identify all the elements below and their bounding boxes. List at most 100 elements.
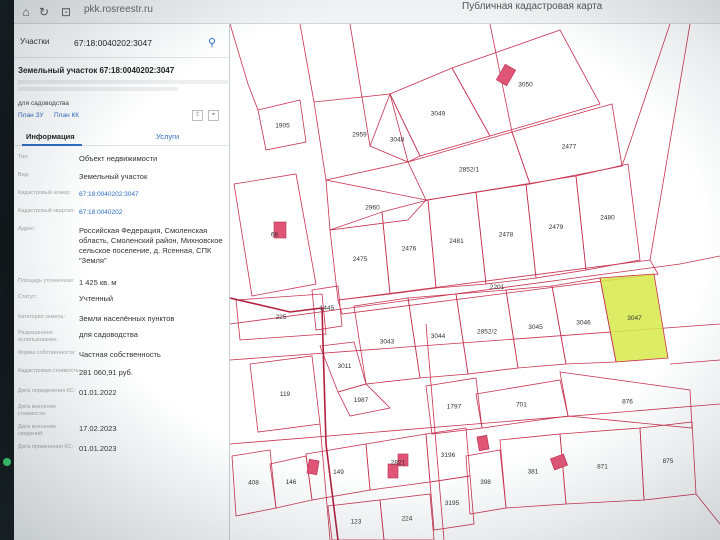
parcel-label: 876 [622, 399, 633, 406]
detail-key: Категория земель: [18, 314, 66, 320]
parcel-label: 701 [516, 402, 527, 409]
power-led-icon [3, 458, 11, 466]
parcel-label: 2201 [490, 284, 505, 291]
blurred-address-line [18, 80, 228, 84]
parcel-label: 2478 [499, 232, 514, 239]
share-icon[interactable]: ⇪ [192, 110, 203, 121]
parcel-label: 3045 [528, 324, 543, 331]
detail-key: Разрешенное использование: [18, 330, 58, 343]
detail-value: 01.01.2023 [79, 444, 117, 453]
boundary-line [319, 423, 331, 540]
parcel-label: 225 [276, 314, 287, 321]
search-category-select[interactable]: Участки [20, 37, 49, 46]
building-footprint[interactable] [306, 458, 320, 476]
active-tab-indicator [22, 144, 82, 146]
parcel-label: 3196 [441, 452, 456, 459]
detail-value: Земли населённых пунктов [79, 314, 175, 323]
map-canvas[interactable]: 3050 3049 3048 2477 1905 2959 2852/1 2960 2480 24… [230, 24, 720, 540]
boundary-line [649, 24, 691, 261]
parcel-label: 3050 [518, 82, 533, 89]
detail-value: Российская Федерация, Смоленская область… [79, 226, 223, 265]
parcel-label: 2852/2 [477, 329, 497, 336]
tab-services[interactable]: Услуги [156, 132, 179, 141]
detail-key: Дата определения КС: [18, 388, 76, 394]
parcel-label: 68 [271, 232, 279, 239]
detail-key: Статус: [18, 294, 37, 300]
panel-tabs: Информация Услуги [14, 128, 229, 146]
parcel-label: 1987 [354, 397, 369, 404]
parcel-label: 3049 [431, 111, 446, 118]
zoom-to-icon[interactable]: ⌖ [208, 110, 219, 121]
parcel-label: 2959 [352, 132, 367, 139]
detail-value: Учтенный [79, 294, 114, 303]
parcel-label: 123 [351, 519, 362, 526]
building-footprint[interactable] [549, 453, 569, 471]
parcel-purpose: для садоводства [18, 100, 70, 107]
parcel-label: 1905 [275, 123, 290, 130]
parcel-label: 224 [402, 516, 413, 523]
url-text[interactable]: pkk.rosreestr.ru [84, 4, 153, 15]
parcel-title: Земельный участок 67:18:0040202:3047 [18, 66, 175, 75]
building-footprint[interactable] [476, 434, 490, 452]
cadastral-map[interactable]: 3050 3049 3048 2477 1905 2959 2852/1 2960 2480 24… [230, 24, 720, 540]
parcel-3048[interactable] [369, 92, 421, 163]
detail-key: Площадь уточненная: [18, 278, 75, 284]
parcel-label: 2821 [391, 460, 406, 467]
parcel-label: 2852/1 [459, 167, 479, 174]
parcel-label: 3195 [445, 500, 460, 507]
boundary-line [230, 403, 720, 445]
lock-icon: ⊡ [60, 5, 72, 19]
parcel-label: 3047 [627, 315, 642, 322]
detail-key: Вид: [18, 172, 30, 178]
parcel-label: 146 [286, 479, 297, 486]
parcel-label: 2480 [600, 215, 615, 222]
boundary-line [230, 24, 259, 111]
search-input[interactable] [74, 36, 202, 50]
detail-value[interactable]: 67:18:0040202 [79, 208, 227, 218]
boundary-line [695, 493, 720, 525]
parcel-label: 3011 [338, 363, 352, 370]
detail-key: Кадастровая стоимость: [18, 368, 81, 374]
plan-kk-link[interactable]: План КК [54, 112, 79, 119]
detail-value: Частная собственность [79, 350, 161, 359]
blurred-address-line-2 [18, 87, 178, 91]
detail-key: Кадастровый номер: [18, 190, 71, 196]
reload-icon[interactable]: ↻ [36, 4, 52, 20]
detail-key: Кадастровый квартал: [18, 208, 75, 214]
detail-key: Адрес: [18, 226, 36, 232]
plan-zu-link[interactable]: План ЗУ [18, 112, 43, 119]
parcel-label: 2475 [353, 256, 368, 263]
search-bar: Участки ⚲ [14, 28, 229, 58]
map-title: Публичная кадастровая карта [462, 1, 603, 12]
parcel-label: 3046 [576, 320, 591, 327]
detail-value[interactable]: 67:18:0040202:3047 [79, 190, 227, 200]
parcel-label: 398 [480, 479, 491, 486]
info-panel: Участки ⚲ Земельный участок 67:18:004020… [14, 24, 230, 540]
parcel-label: 2479 [549, 224, 564, 231]
detail-value: для садоводства [79, 330, 138, 339]
home-icon[interactable]: ⌂ [18, 4, 34, 20]
detail-value: Объект недвижимости [79, 154, 158, 163]
detail-value: 17.02.2023 [79, 424, 117, 433]
parcel-label: 408 [248, 480, 259, 487]
detail-key: Дата внесения стоимости: [18, 404, 56, 417]
boundary-line [299, 24, 315, 103]
search-icon[interactable]: ⚲ [204, 35, 220, 51]
detail-key: Тип: [18, 154, 29, 160]
detail-value: Земельный участок [79, 172, 148, 181]
detail-value: 1 425 кв. м [79, 278, 117, 287]
browser-address-bar: ⌂ ↻ ⊡ pkk.rosreestr.ru Публичная кадастр… [14, 0, 720, 24]
monitor-bezel [0, 0, 14, 540]
detail-key: Форма собственности: [18, 350, 76, 356]
parcel-label: 1445 [320, 305, 335, 312]
detail-key: Дата внесения сведений: [18, 424, 56, 437]
boundary-line [349, 24, 371, 147]
tab-info[interactable]: Информация [26, 132, 75, 141]
screen: ⌂ ↻ ⊡ pkk.rosreestr.ru Публичная кадастр… [0, 0, 720, 540]
parcel-label: 2481 [449, 238, 464, 245]
parcel-label: 871 [597, 464, 608, 471]
parcel-label: 149 [333, 469, 344, 476]
parcel-label: 1797 [447, 404, 462, 411]
parcel-label: 3044 [431, 333, 446, 340]
plan-links: План ЗУ План КК ⇪ ⌖ [14, 110, 229, 124]
